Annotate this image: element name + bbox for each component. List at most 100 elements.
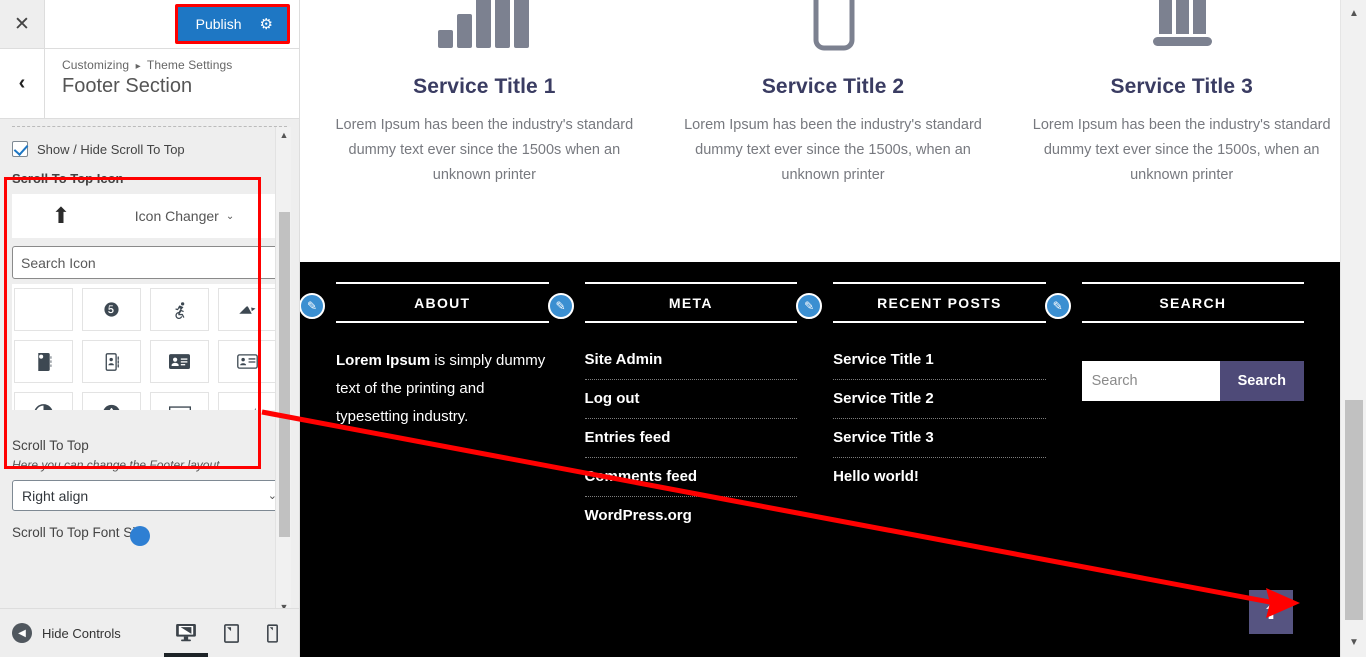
icon-cell-adjust-icon[interactable] xyxy=(14,392,73,410)
preview-scroll-thumb[interactable] xyxy=(1345,400,1363,620)
meta-list: Site Admin Log out Entries feed Comments… xyxy=(584,323,798,535)
icon-grid: ad xyxy=(12,284,287,410)
hide-controls-label: Hide Controls xyxy=(42,625,121,641)
icon-grid-wrapper: ad xyxy=(12,284,287,410)
page-title: Footer Section xyxy=(62,75,193,97)
list-item: WordPress.org xyxy=(585,497,798,535)
preview-scroll-up-arrow-icon[interactable]: ▲ xyxy=(1341,2,1366,24)
icon-changer-toggle[interactable]: Icon Changer ⌄ xyxy=(96,208,273,224)
service-text: Lorem Ipsum has been the industry's stan… xyxy=(1032,117,1331,183)
icon-cell-address-book-icon[interactable] xyxy=(82,340,141,383)
icon-cell-ad-icon[interactable]: ad xyxy=(150,392,209,410)
footer-widget-meta: ✎ META Site Admin Log out Entries feed C… xyxy=(547,282,816,535)
footer-widget-search: ✎ SEARCH Search xyxy=(1044,282,1322,535)
icon-cell-blank[interactable] xyxy=(14,288,73,331)
icon-cell-500px-icon[interactable] xyxy=(82,288,141,331)
footer-search-input[interactable] xyxy=(1081,361,1220,401)
meta-link[interactable]: Site Admin xyxy=(585,341,798,379)
gear-icon[interactable]: ⚙ xyxy=(260,17,273,32)
widget-title-wrap: ABOUT xyxy=(336,282,549,323)
scroll-up-arrow-icon[interactable]: ▲ xyxy=(276,127,292,143)
close-icon: ✕ xyxy=(14,13,30,35)
list-item: Service Title 1 xyxy=(833,341,1046,380)
recent-post-link[interactable]: Service Title 2 xyxy=(833,380,1046,418)
about-bold-lead: Lorem Ipsum xyxy=(336,352,431,369)
icon-cell-accusoft-icon[interactable] xyxy=(218,288,277,331)
service-title: Service Title 1 xyxy=(413,75,556,98)
icon-cell-accessible-icon[interactable] xyxy=(150,288,209,331)
widget-title: ABOUT xyxy=(414,295,471,311)
scroll-to-top-align-value: Right align xyxy=(22,487,89,504)
service-title: Service Title 2 xyxy=(761,75,905,98)
service-card: Service Title 3 Lorem Ipsum has been the… xyxy=(1007,0,1356,188)
customizer-sidebar: ✕ Publish ⚙ ‹ Customizing ▸ Theme Settin… xyxy=(0,0,300,657)
service-card: Service Title 1 Lorem Ipsum has been the… xyxy=(310,0,659,188)
meta-link[interactable]: Log out xyxy=(585,380,798,418)
meta-link[interactable]: WordPress.org xyxy=(585,497,798,535)
search-icon-input[interactable] xyxy=(12,246,287,279)
customizer-controls: Show / Hide Scroll To Top Scroll To Top … xyxy=(0,127,299,615)
edit-pencil-icon[interactable]: ✎ xyxy=(300,293,325,319)
meta-link[interactable]: Comments feed xyxy=(585,458,798,496)
breadcrumb-root[interactable]: Customizing xyxy=(62,58,129,72)
scroll-to-top-icon-title: Scroll To Top Icon xyxy=(12,171,124,186)
device-mobile-button[interactable] xyxy=(267,623,278,643)
scroll-to-top-description: Here you can change the Footer layout. xyxy=(12,458,223,472)
device-preview-group xyxy=(164,623,299,657)
footer-search-button[interactable]: Search xyxy=(1219,361,1305,401)
recent-post-link[interactable]: Service Title 1 xyxy=(833,341,1046,379)
recent-post-link[interactable]: Hello world! xyxy=(833,458,1046,496)
breadcrumb-separator-icon: ▸ xyxy=(135,61,141,72)
columns-icon xyxy=(1029,0,1334,62)
edit-pencil-icon[interactable]: ✎ xyxy=(547,293,574,319)
desktop-icon xyxy=(176,624,196,642)
widget-title: SEARCH xyxy=(1159,295,1227,311)
site-preview: Service Title 1 Lorem Ipsum has been the… xyxy=(300,0,1366,657)
chevron-left-icon: ‹ xyxy=(18,72,26,94)
meta-link[interactable]: Entries feed xyxy=(585,419,798,457)
publish-button[interactable]: Publish ⚙ xyxy=(177,7,287,41)
icon-cell-address-card-solid-icon[interactable] xyxy=(150,340,209,383)
controls-scrollbar[interactable]: ▲ ▼ xyxy=(275,127,291,615)
recent-post-link[interactable]: Service Title 3 xyxy=(833,419,1046,457)
font-size-slider-handle[interactable] xyxy=(130,526,150,546)
scroll-to-top-font-size-label: Scroll To Top Font Size xyxy=(12,525,150,540)
device-desktop-button[interactable] xyxy=(164,624,208,657)
publish-annotation-box: Publish ⚙ xyxy=(174,4,290,44)
footer-widget-recent-posts: ✎ RECENT POSTS Service Title 1 Service T… xyxy=(796,282,1064,535)
scroll-to-top-button[interactable]: ⬆ xyxy=(1249,590,1293,634)
scroll-to-top-font-size-control: Scroll To Top Font Size xyxy=(12,511,287,546)
show-hide-checkbox[interactable] xyxy=(12,141,28,157)
breadcrumb: Customizing ▸ Theme Settings xyxy=(62,58,232,72)
mobile-icon xyxy=(267,623,278,643)
about-text: Lorem Ipsum is simply dummy text of the … xyxy=(336,323,549,431)
publish-button-label: Publish xyxy=(195,16,242,32)
footer-widget-about: ✎ ABOUT Lorem Ipsum is simply dummy text… xyxy=(300,282,567,535)
icon-cell-address-book-solid-icon[interactable] xyxy=(14,340,73,383)
edit-pencil-icon[interactable]: ✎ xyxy=(796,293,823,319)
hide-controls-button[interactable]: ◀ Hide Controls xyxy=(12,623,121,643)
show-hide-scroll-to-top-control[interactable]: Show / Hide Scroll To Top xyxy=(0,127,299,165)
icon-cell-affiliatetheme-icon[interactable] xyxy=(218,392,277,410)
icon-cell-adversal-icon[interactable] xyxy=(82,392,141,410)
icon-changer-row[interactable]: ⬆ Icon Changer ⌄ xyxy=(12,194,287,238)
list-item: Entries feed xyxy=(584,419,798,458)
panel-title-group: Customizing ▸ Theme Settings Footer Sect… xyxy=(45,49,232,118)
arrow-up-icon: ⬆ xyxy=(1262,601,1280,624)
arrow-up-icon: ⬆ xyxy=(51,203,71,228)
preview-scroll-down-arrow-icon[interactable]: ▼ xyxy=(1341,631,1366,653)
breadcrumb-current[interactable]: Theme Settings xyxy=(147,58,232,72)
footer-widget-columns: ✎ ABOUT Lorem Ipsum is simply dummy text… xyxy=(300,262,1340,535)
panel-back-button[interactable]: ‹ xyxy=(0,49,45,118)
device-tablet-button[interactable] xyxy=(224,623,239,643)
widget-title-wrap: SEARCH xyxy=(1081,282,1305,323)
preview-scrollbar[interactable]: ▲ ▼ xyxy=(1340,0,1366,657)
edit-pencil-icon[interactable]: ✎ xyxy=(1044,293,1071,319)
scroll-to-top-icon-control: Scroll To Top Icon ⬆ Icon Changer ⌄ Sear… xyxy=(12,165,287,410)
scroll-to-top-align-select[interactable]: Right align ⌄ xyxy=(12,480,287,511)
tablet-icon xyxy=(224,623,239,643)
close-customizer-button[interactable]: ✕ xyxy=(0,0,45,48)
list-item: Comments feed xyxy=(584,458,798,497)
icon-cell-address-card-icon[interactable] xyxy=(218,340,277,383)
controls-scroll-thumb[interactable] xyxy=(279,212,290,537)
